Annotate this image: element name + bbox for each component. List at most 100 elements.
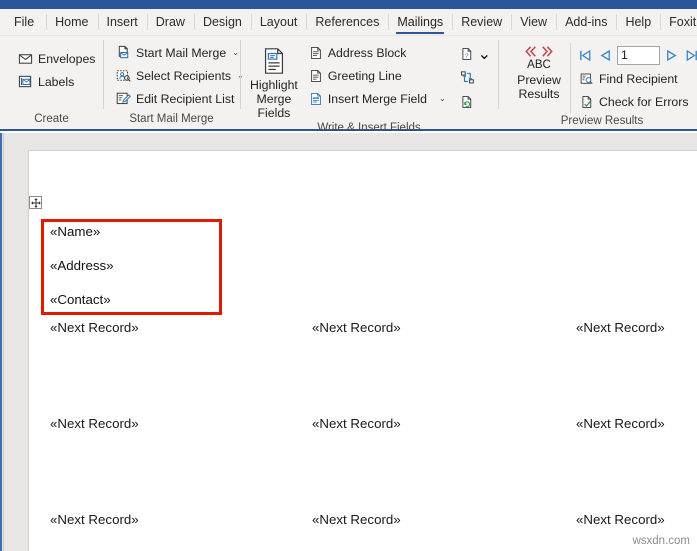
match-fields-button[interactable] xyxy=(457,66,494,89)
labels-label: Labels xyxy=(38,74,75,89)
envelope-icon xyxy=(18,51,33,66)
rules-button[interactable]: ? ⌄ xyxy=(457,42,494,65)
tab-layout[interactable]: Layout xyxy=(250,9,307,35)
tab-design[interactable]: Design xyxy=(193,9,251,35)
select-recipients-button[interactable]: Select Recipients ⌄ xyxy=(113,64,248,87)
tab-help[interactable]: Help xyxy=(616,9,660,35)
greeting-line-label: Greeting Line xyxy=(327,68,402,83)
envelopes-button[interactable]: Envelopes xyxy=(15,47,99,70)
address-block-button[interactable]: Address Block xyxy=(306,41,450,64)
merge-field-address[interactable]: «Address» xyxy=(50,258,114,273)
find-recipient-label: Find Recipient xyxy=(599,71,678,86)
highlight-merge-fields-label-line2: Merge Fields xyxy=(256,92,292,120)
document-area[interactable]: «Name» «Address» «Contact» «Next Record»… xyxy=(0,133,697,551)
check-for-errors-button[interactable]: Check for Errors xyxy=(577,90,697,113)
start-mail-merge-label: Start Mail Merge xyxy=(136,45,227,60)
update-labels-icon xyxy=(460,95,474,109)
group-label-preview-results: Preview Results xyxy=(560,115,644,127)
record-navigation: 1 xyxy=(577,43,697,67)
tab-draw[interactable]: Draw xyxy=(146,9,194,35)
document-page[interactable]: «Name» «Address» «Contact» «Next Record»… xyxy=(28,150,697,551)
next-record-r1c2[interactable]: «Next Record» xyxy=(576,416,665,431)
labels-icon xyxy=(18,74,33,89)
merge-field-contact[interactable]: «Contact» xyxy=(50,292,111,307)
envelopes-label: Envelopes xyxy=(38,51,96,66)
match-fields-icon xyxy=(460,70,475,85)
tab-mailings[interactable]: Mailings xyxy=(388,9,452,35)
next-record-r1c0[interactable]: «Next Record» xyxy=(50,320,139,335)
select-recipients-label: Select Recipients xyxy=(136,68,232,83)
tab-add-ins[interactable]: Add-ins xyxy=(556,9,616,35)
tab-review-label: Review xyxy=(461,15,503,29)
tab-insert[interactable]: Insert xyxy=(97,9,147,35)
find-recipient-button[interactable]: Find Recipient xyxy=(577,67,697,90)
insert-merge-field-button[interactable]: Insert Merge Field ⌄ xyxy=(306,87,450,110)
tab-insert-label: Insert xyxy=(106,15,138,29)
next-record-r1c1[interactable]: «Next Record» xyxy=(312,416,401,431)
tab-mailings-label: Mailings xyxy=(397,15,444,29)
insert-merge-field-icon xyxy=(309,92,323,106)
tab-file-label: File xyxy=(14,15,35,29)
update-labels-button[interactable] xyxy=(457,90,494,113)
check-for-errors-label: Check for Errors xyxy=(599,94,689,109)
group-label-create: Create xyxy=(34,113,69,125)
tab-view-label: View xyxy=(520,15,548,29)
preview-results-label-line1: Preview xyxy=(517,73,561,87)
edit-recipient-list-button[interactable]: Edit Recipient List xyxy=(113,87,248,110)
check-for-errors-icon xyxy=(580,95,594,109)
tab-review[interactable]: Review xyxy=(452,9,511,35)
title-bar xyxy=(0,0,697,9)
next-record-r2c0[interactable]: «Next Record» xyxy=(50,416,139,431)
tab-home[interactable]: Home xyxy=(46,9,97,35)
address-block-label: Address Block xyxy=(327,45,407,60)
greeting-line-button[interactable]: Greeting Line xyxy=(306,64,450,87)
watermark-text: wsxdn.com xyxy=(632,535,690,547)
merge-field-name[interactable]: «Name» xyxy=(50,224,100,239)
next-record-button[interactable] xyxy=(663,45,680,65)
next-record-r0c2[interactable]: «Next Record» xyxy=(576,320,665,335)
chevron-down-icon[interactable]: ⌄ xyxy=(439,94,446,103)
tab-references[interactable]: References xyxy=(306,9,388,35)
tab-file[interactable]: File xyxy=(0,9,46,35)
start-mail-merge-button[interactable]: Start Mail Merge ⌄ xyxy=(113,41,248,64)
preview-results-abc-icon: ABC xyxy=(524,44,554,71)
start-mail-merge-icon xyxy=(116,45,131,60)
rules-icon: ? xyxy=(460,47,474,61)
edit-recipient-list-label: Edit Recipient List xyxy=(136,91,235,106)
highlight-merge-fields-label-line1: Highlight xyxy=(250,78,298,92)
highlight-merge-fields-button[interactable]: Highlight Merge Fields xyxy=(250,41,298,120)
ribbon-group-start-mail-merge: Start Mail Merge ⌄ Select Recipients ⌄ E… xyxy=(103,36,244,129)
insert-merge-field-label: Insert Merge Field xyxy=(327,91,427,106)
last-record-button[interactable] xyxy=(683,45,697,65)
preview-results-label-line2: Results xyxy=(518,87,560,101)
tab-view[interactable]: View xyxy=(511,9,556,35)
preview-results-button[interactable]: ABC Preview Results xyxy=(511,43,567,101)
next-record-r2c1[interactable]: «Next Record» xyxy=(312,512,401,527)
tab-design-label: Design xyxy=(202,15,242,29)
preview-results-abc-glyph: ABC xyxy=(527,59,551,71)
address-block-icon xyxy=(309,46,323,60)
tab-foxit-reader[interactable]: Foxit Reader xyxy=(660,9,697,35)
chevron-down-icon[interactable]: ⌄ xyxy=(478,44,491,64)
chevron-down-icon[interactable]: ⌄ xyxy=(232,48,239,57)
edit-recipient-list-icon xyxy=(116,91,131,106)
left-margin-rail xyxy=(0,133,4,551)
ribbon-tab-strip: File Home Insert Draw Design Layout Refe… xyxy=(0,9,697,36)
ribbon-group-write-insert-fields: Highlight Merge Fields Address Block Gre… xyxy=(240,36,498,134)
first-record-button[interactable] xyxy=(577,45,594,65)
tab-add-ins-label: Add-ins xyxy=(565,15,608,29)
word-mailings-window: File Home Insert Draw Design Layout Refe… xyxy=(0,0,697,551)
group-label-start-mail-merge: Start Mail Merge xyxy=(129,113,214,125)
previous-record-button[interactable] xyxy=(597,45,614,65)
find-recipient-icon xyxy=(580,72,594,86)
record-number-input[interactable]: 1 xyxy=(617,45,660,65)
tab-layout-label: Layout xyxy=(259,15,298,29)
next-record-r3c0[interactable]: «Next Record» xyxy=(50,512,139,527)
tab-draw-label: Draw xyxy=(155,15,185,29)
greeting-line-icon xyxy=(309,69,323,83)
labels-button[interactable]: Labels xyxy=(15,70,99,93)
select-recipients-icon xyxy=(116,68,131,83)
next-record-r2c2[interactable]: «Next Record» xyxy=(576,512,665,527)
highlight-merge-fields-icon xyxy=(259,46,289,76)
next-record-r0c1[interactable]: «Next Record» xyxy=(312,320,401,335)
